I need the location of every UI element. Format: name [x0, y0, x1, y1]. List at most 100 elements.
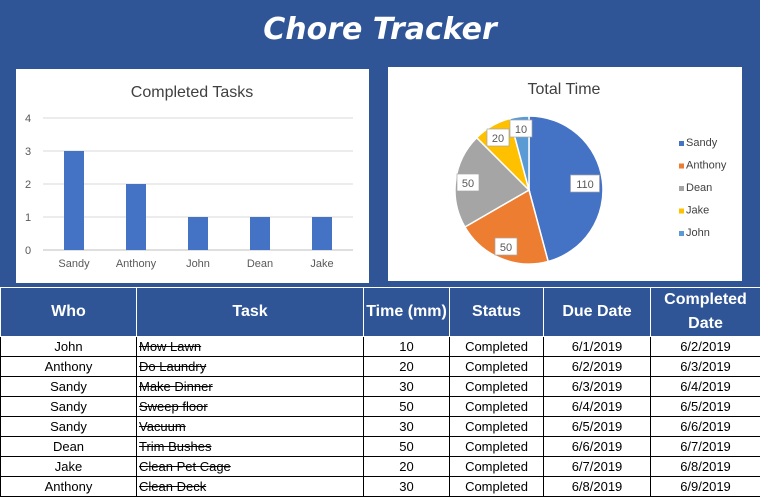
- status-cell[interactable]: Completed: [449, 356, 544, 377]
- completed-date-cell[interactable]: 6/3/2019: [650, 356, 760, 377]
- slice-value-label: 20: [492, 133, 504, 145]
- table-row: Sandy Vacuum 30 Completed 6/5/2019 6/6/2019: [0, 416, 760, 437]
- x-tick-label: Jake: [310, 258, 333, 270]
- y-tick-label: 3: [25, 146, 31, 158]
- due-date-cell[interactable]: 6/8/2019: [543, 476, 651, 497]
- bar-anthony: [126, 184, 146, 250]
- who-cell[interactable]: Dean: [0, 436, 137, 457]
- who-cell[interactable]: John: [0, 336, 137, 357]
- bar-jake: [312, 217, 332, 250]
- task-cell[interactable]: Clean Pet Cage: [136, 456, 364, 477]
- table-row: Dean Trim Bushes 50 Completed 6/6/2019 6/7/20…: [0, 436, 760, 457]
- chore-table: Who Task Time (mm) Status Due Date Completed …: [0, 287, 760, 497]
- who-cell[interactable]: Sandy: [0, 376, 137, 397]
- legend-entry-john: John: [686, 227, 710, 239]
- bar-chart-canvas: Completed Tasks 0 1 2 3 4 Sandy Anthony John Dean…: [25, 84, 353, 270]
- task-cell[interactable]: Mow Lawn: [136, 336, 364, 357]
- due-date-cell[interactable]: 6/4/2019: [543, 396, 651, 417]
- table-row: Sandy Make Dinner 30 Completed 6/3/2019 6/4/2…: [0, 376, 760, 397]
- who-cell[interactable]: Anthony: [0, 476, 137, 497]
- slice-value-label: 110: [576, 179, 594, 191]
- completed-date-cell[interactable]: 6/6/2019: [650, 416, 760, 437]
- completed-date-cell[interactable]: 6/4/2019: [650, 376, 760, 397]
- time-cell[interactable]: 30: [363, 476, 450, 497]
- legend-swatch: [679, 208, 684, 214]
- table-row: Jake Clean Pet Cage 20 Completed 6/7/2019 6/8…: [0, 456, 760, 477]
- time-cell[interactable]: 10: [363, 336, 450, 357]
- x-tick-label: Anthony: [116, 258, 157, 270]
- legend-entry-dean: Dean: [686, 182, 712, 194]
- col-header[interactable]: Task: [136, 287, 364, 337]
- legend-swatch: [679, 163, 684, 169]
- time-cell[interactable]: 50: [363, 396, 450, 417]
- who-cell[interactable]: Anthony: [0, 356, 137, 377]
- page-title: Chore Tracker: [263, 12, 497, 47]
- time-cell[interactable]: 30: [363, 416, 450, 437]
- status-cell[interactable]: Completed: [449, 436, 544, 457]
- completed-date-cell[interactable]: 6/5/2019: [650, 396, 760, 417]
- task-cell[interactable]: Trim Bushes: [136, 436, 364, 457]
- due-date-cell[interactable]: 6/7/2019: [543, 456, 651, 477]
- due-date-cell[interactable]: 6/6/2019: [543, 436, 651, 457]
- who-cell[interactable]: Sandy: [0, 396, 137, 417]
- status-cell[interactable]: Completed: [449, 336, 544, 357]
- status-cell[interactable]: Completed: [449, 396, 544, 417]
- slice-value-label: 10: [515, 124, 527, 136]
- legend-swatch: [679, 141, 684, 146]
- due-date-cell[interactable]: 6/2/2019: [543, 356, 651, 377]
- status-cell[interactable]: Completed: [449, 476, 544, 497]
- task-cell[interactable]: Clean Deck: [136, 476, 364, 497]
- bar-dean: [250, 217, 270, 250]
- pie-chart-canvas: Total Time 110 50 50 20 10 Sandy Anthony Dean Jak…: [454, 81, 727, 265]
- legend-swatch: [679, 186, 684, 191]
- time-cell[interactable]: 20: [363, 356, 450, 377]
- legend-entry-sandy: Sandy: [686, 137, 718, 149]
- table-header-row: Who Task Time (mm) Status Due Date Completed …: [0, 287, 760, 337]
- table-row: Sandy Sweep floor 50 Completed 6/4/2019 6/5/2…: [0, 396, 760, 417]
- col-header[interactable]: Completed Date: [650, 287, 760, 337]
- status-cell[interactable]: Completed: [449, 416, 544, 437]
- time-cell[interactable]: 20: [363, 456, 450, 477]
- completed-date-cell[interactable]: 6/9/2019: [650, 476, 760, 497]
- y-tick-label: 1: [25, 212, 31, 224]
- task-cell[interactable]: Sweep floor: [136, 396, 364, 417]
- y-tick-label: 2: [25, 179, 31, 191]
- x-tick-label: John: [186, 258, 210, 270]
- slice-value-label: 50: [462, 178, 474, 190]
- x-tick-label: Sandy: [58, 258, 90, 270]
- legend-swatch: [679, 231, 684, 236]
- legend-entry-anthony: Anthony: [686, 160, 727, 172]
- who-cell[interactable]: Sandy: [0, 416, 137, 437]
- status-cell[interactable]: Completed: [449, 376, 544, 397]
- col-header[interactable]: Status: [449, 287, 544, 337]
- col-header[interactable]: Who: [0, 287, 137, 337]
- legend-entry-jake: Jake: [686, 205, 709, 217]
- task-cell[interactable]: Make Dinner: [136, 376, 364, 397]
- slice-value-label: 50: [500, 242, 512, 254]
- pie-chart-title: Total Time: [528, 81, 601, 98]
- who-cell[interactable]: Jake: [0, 456, 137, 477]
- table-row: Anthony Do Laundry 20 Completed 6/2/2019 6/3/…: [0, 356, 760, 377]
- status-cell[interactable]: Completed: [449, 456, 544, 477]
- bar-john: [188, 217, 208, 250]
- time-cell[interactable]: 30: [363, 376, 450, 397]
- time-cell[interactable]: 50: [363, 436, 450, 457]
- bar-chart-title: Completed Tasks: [131, 84, 253, 101]
- due-date-cell[interactable]: 6/5/2019: [543, 416, 651, 437]
- col-header[interactable]: Due Date: [543, 287, 651, 337]
- y-tick-label: 0: [25, 245, 31, 257]
- task-cell[interactable]: Vacuum: [136, 416, 364, 437]
- completed-date-cell[interactable]: 6/8/2019: [650, 456, 760, 477]
- completed-tasks-chart[interactable]: Completed Tasks 0 1 2 3 4 Sandy Anthony John Dean…: [16, 69, 369, 283]
- task-cell[interactable]: Do Laundry: [136, 356, 364, 377]
- due-date-cell[interactable]: 6/1/2019: [543, 336, 651, 357]
- col-header[interactable]: Time (mm): [363, 287, 450, 337]
- x-tick-label: Dean: [247, 258, 273, 270]
- bar-sandy: [64, 151, 84, 250]
- completed-date-cell[interactable]: 6/2/2019: [650, 336, 760, 357]
- y-tick-label: 4: [25, 113, 31, 125]
- table-row: John Mow Lawn 10 Completed 6/1/2019 6/2/2019: [0, 336, 760, 357]
- completed-date-cell[interactable]: 6/7/2019: [650, 436, 760, 457]
- due-date-cell[interactable]: 6/3/2019: [543, 376, 651, 397]
- total-time-chart[interactable]: Total Time 110 50 50 20 10 Sandy Anthony Dean Jak…: [388, 67, 742, 281]
